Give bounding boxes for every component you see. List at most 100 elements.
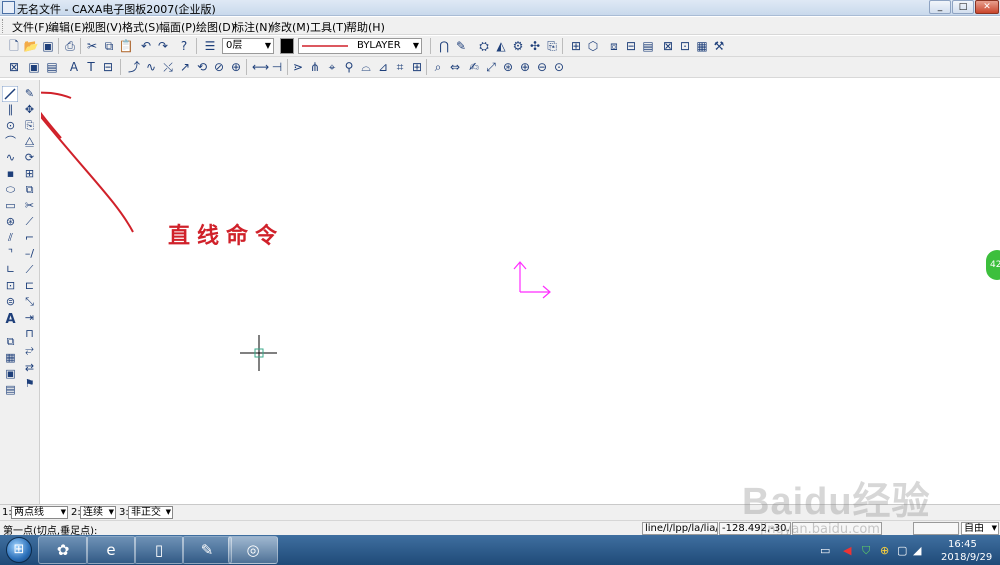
minimize-button[interactable]: _: [929, 0, 951, 14]
save-icon[interactable]: ▣: [40, 38, 56, 54]
menu-modify[interactable]: 修改(M): [270, 19, 310, 35]
tray-volume-icon[interactable]: ◢: [913, 544, 921, 557]
drawing-tools-icon[interactable]: ⊞: [568, 38, 584, 54]
bom-icon[interactable]: ▦: [694, 38, 710, 54]
paste-icon[interactable]: 📋: [118, 38, 134, 54]
centerline-icon[interactable]: ⫽: [3, 230, 18, 245]
redo-icon[interactable]: ↷: [155, 38, 171, 54]
clock-date[interactable]: 2018/9/29: [941, 552, 992, 563]
tray-update-icon[interactable]: ⊕: [880, 544, 889, 557]
trim-icon[interactable]: ✂: [22, 198, 37, 213]
insert-image-icon[interactable]: ▣: [3, 366, 18, 381]
3d-view-icon[interactable]: ⬡: [585, 38, 601, 54]
taskbar-app-gallery-icon[interactable]: ✿: [38, 536, 88, 564]
explode-icon[interactable]: ⊏: [22, 278, 37, 293]
query-point-icon[interactable]: ⋗: [290, 59, 306, 75]
point-style-icon[interactable]: ✣: [527, 38, 543, 54]
menu-help[interactable]: 帮助(H): [346, 19, 385, 35]
menu-tools[interactable]: 工具(T): [310, 19, 347, 35]
angle-icon[interactable]: ⊣: [269, 59, 285, 75]
query-centroid-icon[interactable]: ⚲: [341, 59, 357, 75]
drawing-canvas[interactable]: [41, 80, 1000, 504]
linetype-icon[interactable]: ⋂: [436, 38, 452, 54]
query-inertia-icon[interactable]: ⌓: [358, 59, 374, 75]
polygon-icon[interactable]: ⊛: [3, 214, 18, 229]
dimension-style-icon[interactable]: ◭: [493, 38, 509, 54]
hatch-style-icon[interactable]: ⚙: [510, 38, 526, 54]
text-query-icon[interactable]: A: [66, 59, 82, 75]
join-icon[interactable]: ⊓: [22, 326, 37, 341]
extend-icon[interactable]: ⟋: [22, 214, 37, 229]
match-props-icon[interactable]: ⇄: [22, 360, 37, 375]
image-icon[interactable]: ⊜: [3, 294, 18, 309]
tray-antivirus-icon[interactable]: ◀: [843, 544, 851, 557]
new-file-icon[interactable]: 🗋: [6, 38, 22, 54]
style-manager-icon[interactable]: ⎘: [544, 38, 560, 54]
text-style-icon[interactable]: ⛭: [476, 38, 492, 54]
ortho-select[interactable]: 非正交 ▼: [128, 506, 173, 519]
block-icon[interactable]: ⊡: [3, 278, 18, 293]
taskbar-app-ie-icon[interactable]: e: [86, 536, 136, 564]
arc-icon[interactable]: ⌒: [3, 134, 18, 149]
group-icon[interactable]: ⚑: [22, 376, 37, 391]
dist-icon[interactable]: ⟷: [252, 59, 269, 75]
ellipse-icon[interactable]: ⬭: [3, 182, 18, 197]
close-button[interactable]: ✕: [975, 0, 999, 14]
snap-mode-select[interactable]: 自由 ▼: [961, 522, 999, 535]
zoom-extents-icon[interactable]: ⌕: [430, 59, 446, 75]
line-tool-icon[interactable]: [2, 86, 18, 102]
sheet-setup-icon[interactable]: ⧈: [606, 38, 622, 54]
title-block-icon[interactable]: ⊟: [623, 38, 639, 54]
tangent-icon[interactable]: ∿: [143, 59, 159, 75]
array-icon[interactable]: ⊞: [22, 166, 37, 181]
properties-icon[interactable]: ✎: [453, 38, 469, 54]
spline-icon[interactable]: ∿: [3, 150, 18, 165]
line-mode-select[interactable]: 两点线 ▼: [11, 506, 68, 519]
tray-display-icon[interactable]: ▢: [897, 544, 907, 557]
tray-shield-icon[interactable]: ⛉: [862, 544, 870, 558]
query-system-icon[interactable]: ⊞: [409, 59, 425, 75]
snap-center-icon[interactable]: ⊕: [228, 59, 244, 75]
scale-icon[interactable]: ⧉: [22, 182, 37, 197]
copy-icon[interactable]: ⧉: [101, 38, 117, 54]
zoom-in-icon[interactable]: ⊕: [517, 59, 533, 75]
fillet-icon[interactable]: ⌐: [22, 230, 37, 245]
snap-circle-icon[interactable]: ⊘: [211, 59, 227, 75]
hatch-icon[interactable]: ∟: [3, 262, 18, 277]
tray-network-icon[interactable]: ▭: [820, 544, 830, 557]
linetype-select[interactable]: BYLAYER ▼: [298, 38, 422, 54]
open-file-icon[interactable]: 📂: [23, 38, 39, 54]
translate-icon[interactable]: ✥: [22, 102, 37, 117]
color-swatch[interactable]: [280, 38, 294, 54]
circle-icon[interactable]: ⊙: [3, 118, 18, 133]
frame-icon[interactable]: ▤: [640, 38, 656, 54]
side-badge[interactable]: 42: [986, 250, 1000, 280]
rotate-icon[interactable]: ⟳: [22, 150, 37, 165]
lengthen-icon[interactable]: ⤡: [22, 294, 37, 309]
equidistant-icon[interactable]: ⌝: [3, 246, 18, 261]
start-button[interactable]: ⊞: [6, 537, 32, 563]
layer-select[interactable]: 0层 ▼: [222, 38, 274, 54]
text-edit-icon[interactable]: T: [83, 59, 99, 75]
query-element-icon[interactable]: ⌗: [392, 59, 408, 75]
snap-arc-icon[interactable]: ⟲: [194, 59, 210, 75]
taskbar-app-paint-icon[interactable]: ✎: [182, 536, 232, 564]
menu-file[interactable]: 文件(F): [12, 19, 49, 35]
point-icon[interactable]: ▪: [3, 166, 18, 181]
clock-time[interactable]: 16:45: [948, 539, 977, 550]
text-icon[interactable]: A: [3, 312, 18, 327]
align-icon[interactable]: ⇥: [22, 310, 37, 325]
insert-table-icon[interactable]: ▦: [3, 350, 18, 365]
ole-object-icon[interactable]: ▤: [3, 382, 18, 397]
maximize-button[interactable]: □: [952, 0, 974, 14]
delete-icon[interactable]: ✎: [22, 86, 37, 101]
format-brush-icon[interactable]: ⊟: [100, 59, 116, 75]
parts-icon[interactable]: ⊡: [677, 38, 693, 54]
zoom-window-icon[interactable]: ⊠: [6, 59, 22, 75]
help-pointer-icon[interactable]: ?: [176, 38, 192, 54]
library-icon[interactable]: ⚒: [711, 38, 727, 54]
query-weight-icon[interactable]: ⊿: [375, 59, 391, 75]
taskbar-app-document-icon[interactable]: ▯: [134, 536, 184, 564]
stretch-icon[interactable]: ⟋: [22, 262, 37, 277]
taskbar-app-caxa-icon[interactable]: ◎: [228, 536, 278, 564]
